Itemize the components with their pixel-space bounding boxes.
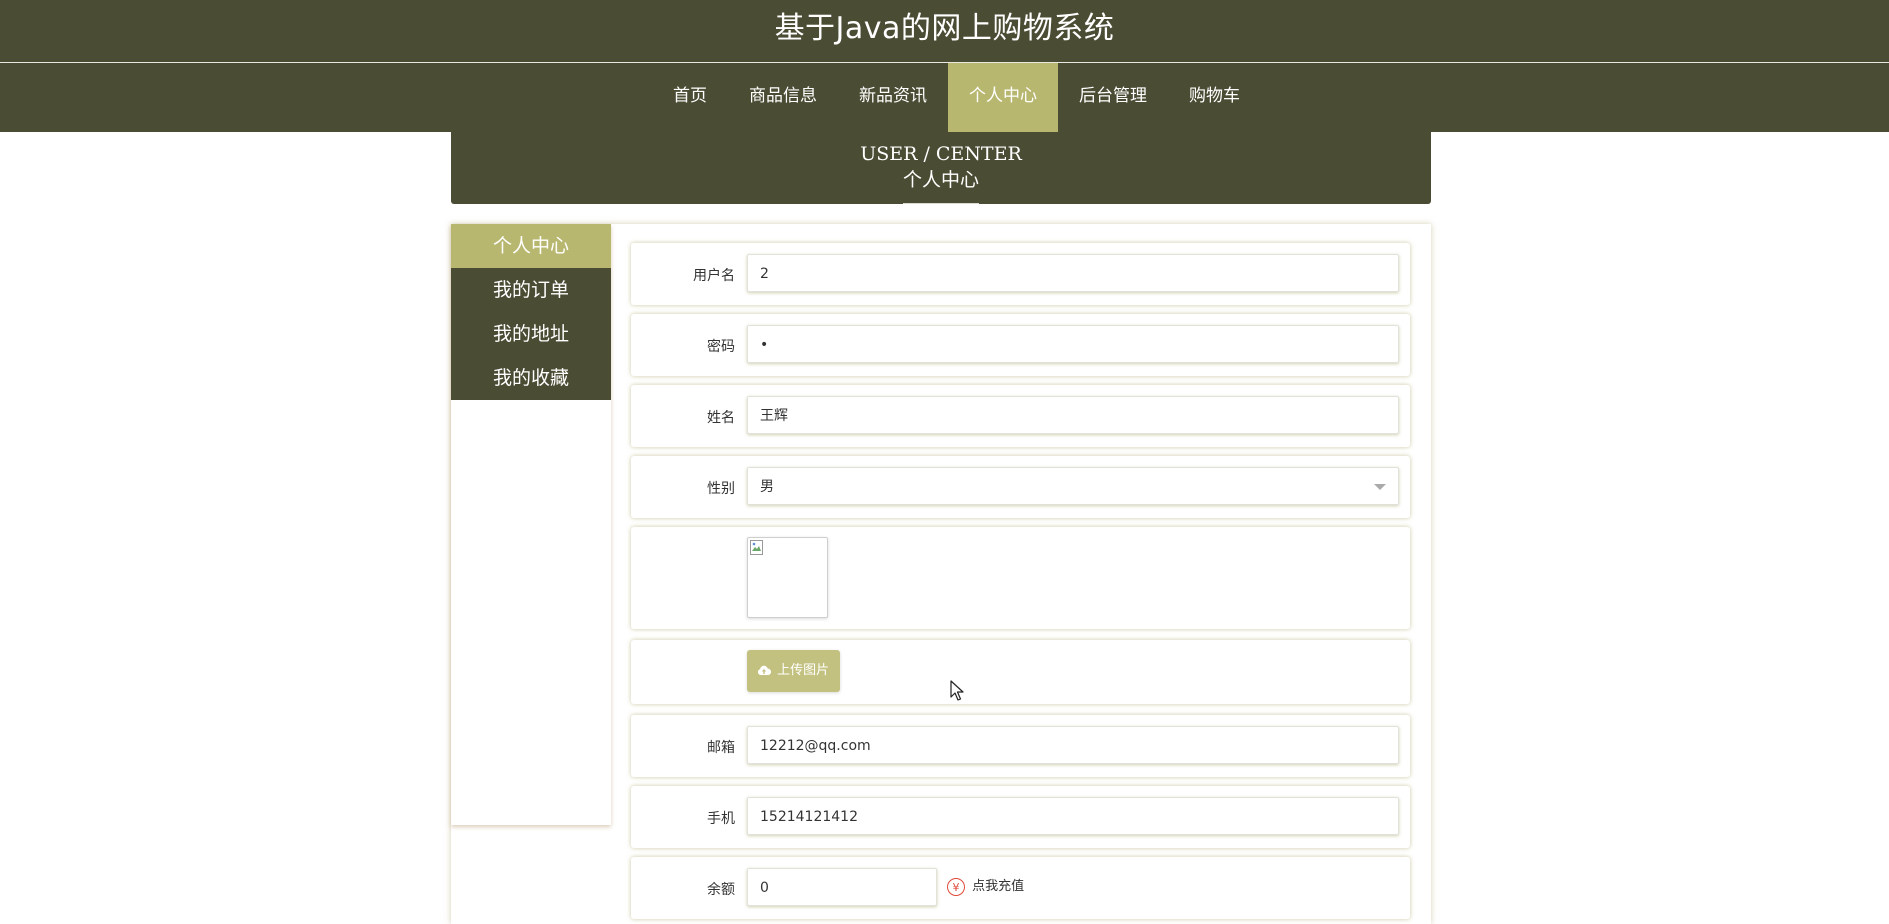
nav-item-admin[interactable]: 后台管理 <box>1058 63 1168 132</box>
phone-input[interactable]: 15214121412 <box>747 797 1399 835</box>
username-input[interactable]: 2 <box>747 254 1399 292</box>
form-row-gender: 性别 男 <box>631 456 1410 518</box>
nav-item-home[interactable]: 首页 <box>652 63 728 132</box>
header: 基于Java的网上购物系统 <box>0 0 1889 63</box>
main-nav: 首页 商品信息 新品资讯 个人中心 后台管理 购物车 <box>0 63 1889 132</box>
recharge-label: 点我充值 <box>972 879 1025 894</box>
avatar-image <box>747 537 828 618</box>
sidebar-item-favorites[interactable]: 我的收藏 <box>451 356 611 400</box>
gender-select[interactable]: 男 <box>747 467 1399 505</box>
sidebar-item-address[interactable]: 我的地址 <box>451 312 611 356</box>
banner-title-en: USER / CENTER <box>860 143 1022 165</box>
form-row-email: 邮箱 12212@qq.com <box>631 715 1410 777</box>
sidebar-item-user-center[interactable]: 个人中心 <box>451 224 611 268</box>
nav-item-news[interactable]: 新品资讯 <box>838 63 948 132</box>
email-input[interactable]: 12212@qq.com <box>747 726 1399 764</box>
form-row-balance: 余额 0 ¥ 点我充值 <box>631 857 1410 919</box>
site-title: 基于Java的网上购物系统 <box>774 11 1115 46</box>
password-label: 密码 <box>707 339 735 355</box>
recharge-link[interactable]: ¥ 点我充值 <box>947 875 1024 896</box>
name-input[interactable]: 王辉 <box>747 396 1399 434</box>
nav-item-products[interactable]: 商品信息 <box>728 63 838 132</box>
sidebar-item-orders[interactable]: 我的订单 <box>451 268 611 312</box>
upload-image-button[interactable]: 上传图片 <box>747 650 840 692</box>
form-row-password: 密码 • <box>631 314 1410 376</box>
form-row-username: 用户名 2 <box>631 243 1410 305</box>
balance-label: 余额 <box>707 882 735 898</box>
chevron-down-icon <box>1374 484 1386 490</box>
upload-button-label: 上传图片 <box>777 663 830 678</box>
nav-item-cart[interactable]: 购物车 <box>1168 63 1261 132</box>
form-row-name: 姓名 王辉 <box>631 385 1410 447</box>
form-row-avatar <box>631 527 1410 629</box>
password-input[interactable]: • <box>747 325 1399 363</box>
form-row-upload: 上传图片 <box>631 640 1410 704</box>
yen-icon: ¥ <box>947 877 965 896</box>
username-label: 用户名 <box>693 268 735 284</box>
banner-title-cn: 个人中心 <box>902 169 979 191</box>
balance-input[interactable]: 0 <box>747 868 937 906</box>
broken-image-icon <box>750 540 763 555</box>
gender-value: 男 <box>760 479 774 495</box>
nav-item-user-center[interactable]: 个人中心 <box>948 63 1058 132</box>
page-banner: USER / CENTER 个人中心 <box>451 132 1431 204</box>
gender-label: 性别 <box>707 481 735 497</box>
form-row-phone: 手机 15214121412 <box>631 786 1410 848</box>
sidebar: 个人中心 我的订单 我的地址 我的收藏 <box>451 224 611 825</box>
name-label: 姓名 <box>707 410 735 426</box>
cloud-upload-icon <box>757 665 772 675</box>
phone-label: 手机 <box>707 811 735 827</box>
mouse-pointer-icon <box>950 680 964 701</box>
banner-underline <box>903 203 979 204</box>
email-label: 邮箱 <box>707 740 735 756</box>
